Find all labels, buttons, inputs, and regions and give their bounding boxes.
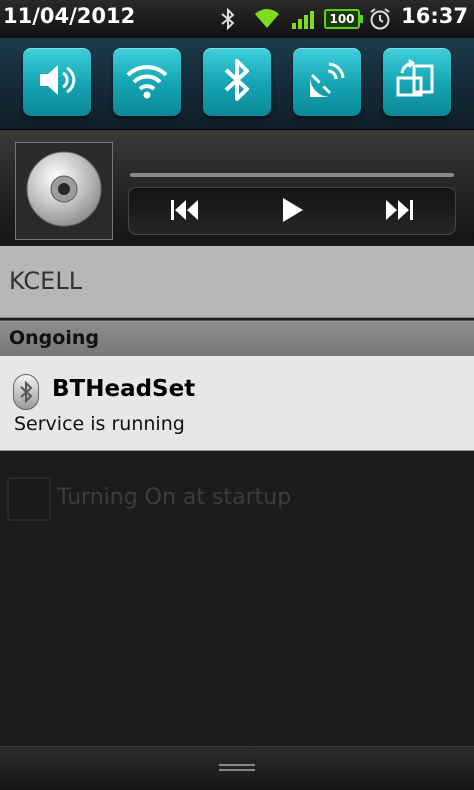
status-time: 16:37 <box>401 4 468 28</box>
ongoing-header-label: Ongoing <box>9 327 99 349</box>
carrier-name: KCELL <box>9 267 83 295</box>
bluetooth-toggle[interactable] <box>203 48 271 116</box>
alarm-icon <box>368 7 392 35</box>
music-progress-bar[interactable] <box>130 173 454 177</box>
wifi-icon <box>124 60 170 104</box>
playback-controls <box>128 187 456 235</box>
handle-grip-line <box>219 764 255 766</box>
sound-toggle[interactable] <box>23 48 91 116</box>
startup-checkbox-label: Turning On at startup <box>57 485 292 510</box>
bluetooth-icon <box>13 374 39 410</box>
next-icon <box>384 199 414 225</box>
status-bar[interactable]: 11/04/2012 100 16:37 <box>0 0 474 38</box>
battery-level: 100 <box>329 12 355 26</box>
cd-icon <box>24 149 104 233</box>
ongoing-header: Ongoing <box>0 320 474 356</box>
startup-checkbox <box>7 477 51 521</box>
play-button[interactable] <box>263 188 323 236</box>
music-widget <box>0 130 474 244</box>
wifi-icon <box>252 6 282 34</box>
signal-icon <box>291 8 319 34</box>
bluetooth-icon <box>217 57 257 107</box>
album-art[interactable] <box>15 142 113 240</box>
notification-shade-handle[interactable] <box>0 746 474 790</box>
play-icon <box>281 197 305 227</box>
satellite-icon <box>304 57 350 107</box>
previous-icon <box>170 199 200 225</box>
bluetooth-icon <box>219 7 237 34</box>
auto-rotate-toggle[interactable] <box>383 48 451 116</box>
battery-icon: 100 <box>324 9 363 29</box>
speaker-icon <box>35 60 79 104</box>
notification-item[interactable]: BTHeadSet Service is running <box>0 356 474 451</box>
wifi-toggle[interactable] <box>113 48 181 116</box>
notification-title: BTHeadSet <box>52 376 196 402</box>
next-button[interactable] <box>369 188 429 236</box>
notification-text: Service is running <box>14 413 185 435</box>
quick-toggles-bar <box>0 38 474 130</box>
status-date: 11/04/2012 <box>3 4 136 28</box>
rotate-icon <box>394 57 440 107</box>
gps-toggle[interactable] <box>293 48 361 116</box>
previous-button[interactable] <box>155 188 215 236</box>
carrier-bar: KCELL <box>0 246 474 318</box>
handle-grip-line <box>219 769 255 771</box>
